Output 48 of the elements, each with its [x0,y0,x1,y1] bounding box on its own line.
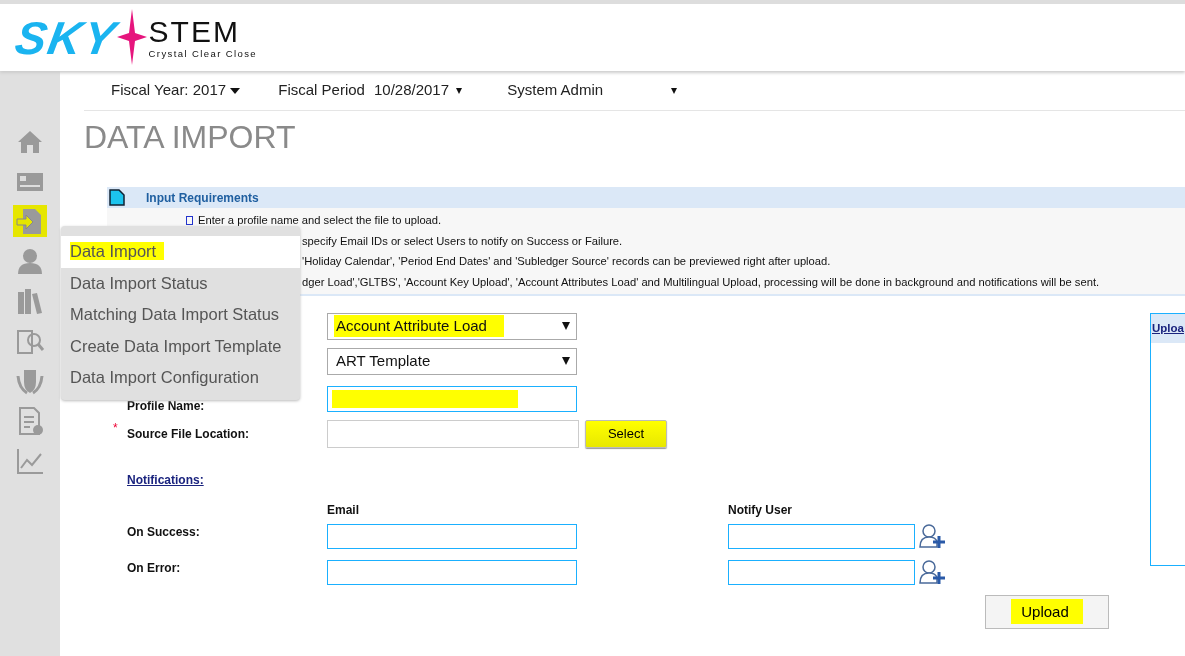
dropdown[interactable]: Account Attribute Load [327,312,577,340]
menu-item[interactable]: Data Import Status [61,267,300,299]
add-user-icon[interactable] [918,559,946,585]
requirement-text: Enter a profile name and select the file to upload. [198,214,442,226]
file-field[interactable] [327,420,579,448]
email-field[interactable] [327,559,577,585]
add-user-icon[interactable] [918,523,946,549]
menu-item[interactable]: Data Import Configuration [61,362,300,394]
column-header: Email [327,502,360,519]
fiscal-year-dropdown[interactable]: Fiscal Year: 2017 [111,79,241,102]
field-label: On Success: [127,525,200,539]
line-chart-icon[interactable] [15,446,45,476]
caret-icon [671,87,678,94]
logo-text: SKY [11,12,121,63]
upload-panel-title: Uploa [1151,314,1185,344]
panel-title: Input Requirements [146,189,259,207]
requirement-text: dger Load','GLTBS', 'Account Key Upload', 'Account Attributes Load' and Multilingual Upload, processing will be done in background and notifications will be sent. [302,275,1100,288]
field-label: On Error: [127,561,181,575]
user-icon[interactable] [15,246,45,276]
input-field[interactable] [327,386,577,412]
fiscal-period-label: Fiscal Period [278,80,365,101]
upload-button[interactable]: Upload [985,595,1109,629]
page-title: DATA IMPORT [84,118,297,157]
document-icon [109,189,125,206]
books-icon[interactable] [15,286,45,316]
caret-icon [562,322,570,330]
caret-icon [230,88,241,95]
requirement-text: 'Holiday Calendar', 'Period End Dates' and 'Subledger Source' records can be previewed right after upload. [302,255,831,267]
user-field[interactable] [728,523,915,549]
fiscal-period-dropdown[interactable]: 10/28/2017 [373,79,463,102]
email-field[interactable] [327,523,577,549]
field-label: Profile Name: [127,399,205,413]
menu-item[interactable]: Matching Data Import Status [61,299,300,331]
menu-item[interactable]: Create Data Import Template [61,330,300,362]
select-button[interactable]: Select [585,420,667,448]
logo-tagline: Crystal Clear Close [148,46,258,61]
field-label: Source File Location: [127,427,249,441]
menu-item[interactable]: Data Import [61,236,300,268]
column-header: Notify User [728,502,792,519]
role-dropdown[interactable]: System Admin [507,79,678,102]
logo-text: STEM [148,16,241,47]
dropdown[interactable]: ART Template [327,347,577,375]
notifications-link[interactable]: Notifications: [127,473,204,487]
caret-icon [456,88,463,95]
caret-icon [562,357,570,365]
required-mark: * [113,420,118,437]
requirement-text: specify Email IDs or select Users to notify on Success or Failure. [302,234,623,247]
user-field[interactable] [728,559,915,585]
